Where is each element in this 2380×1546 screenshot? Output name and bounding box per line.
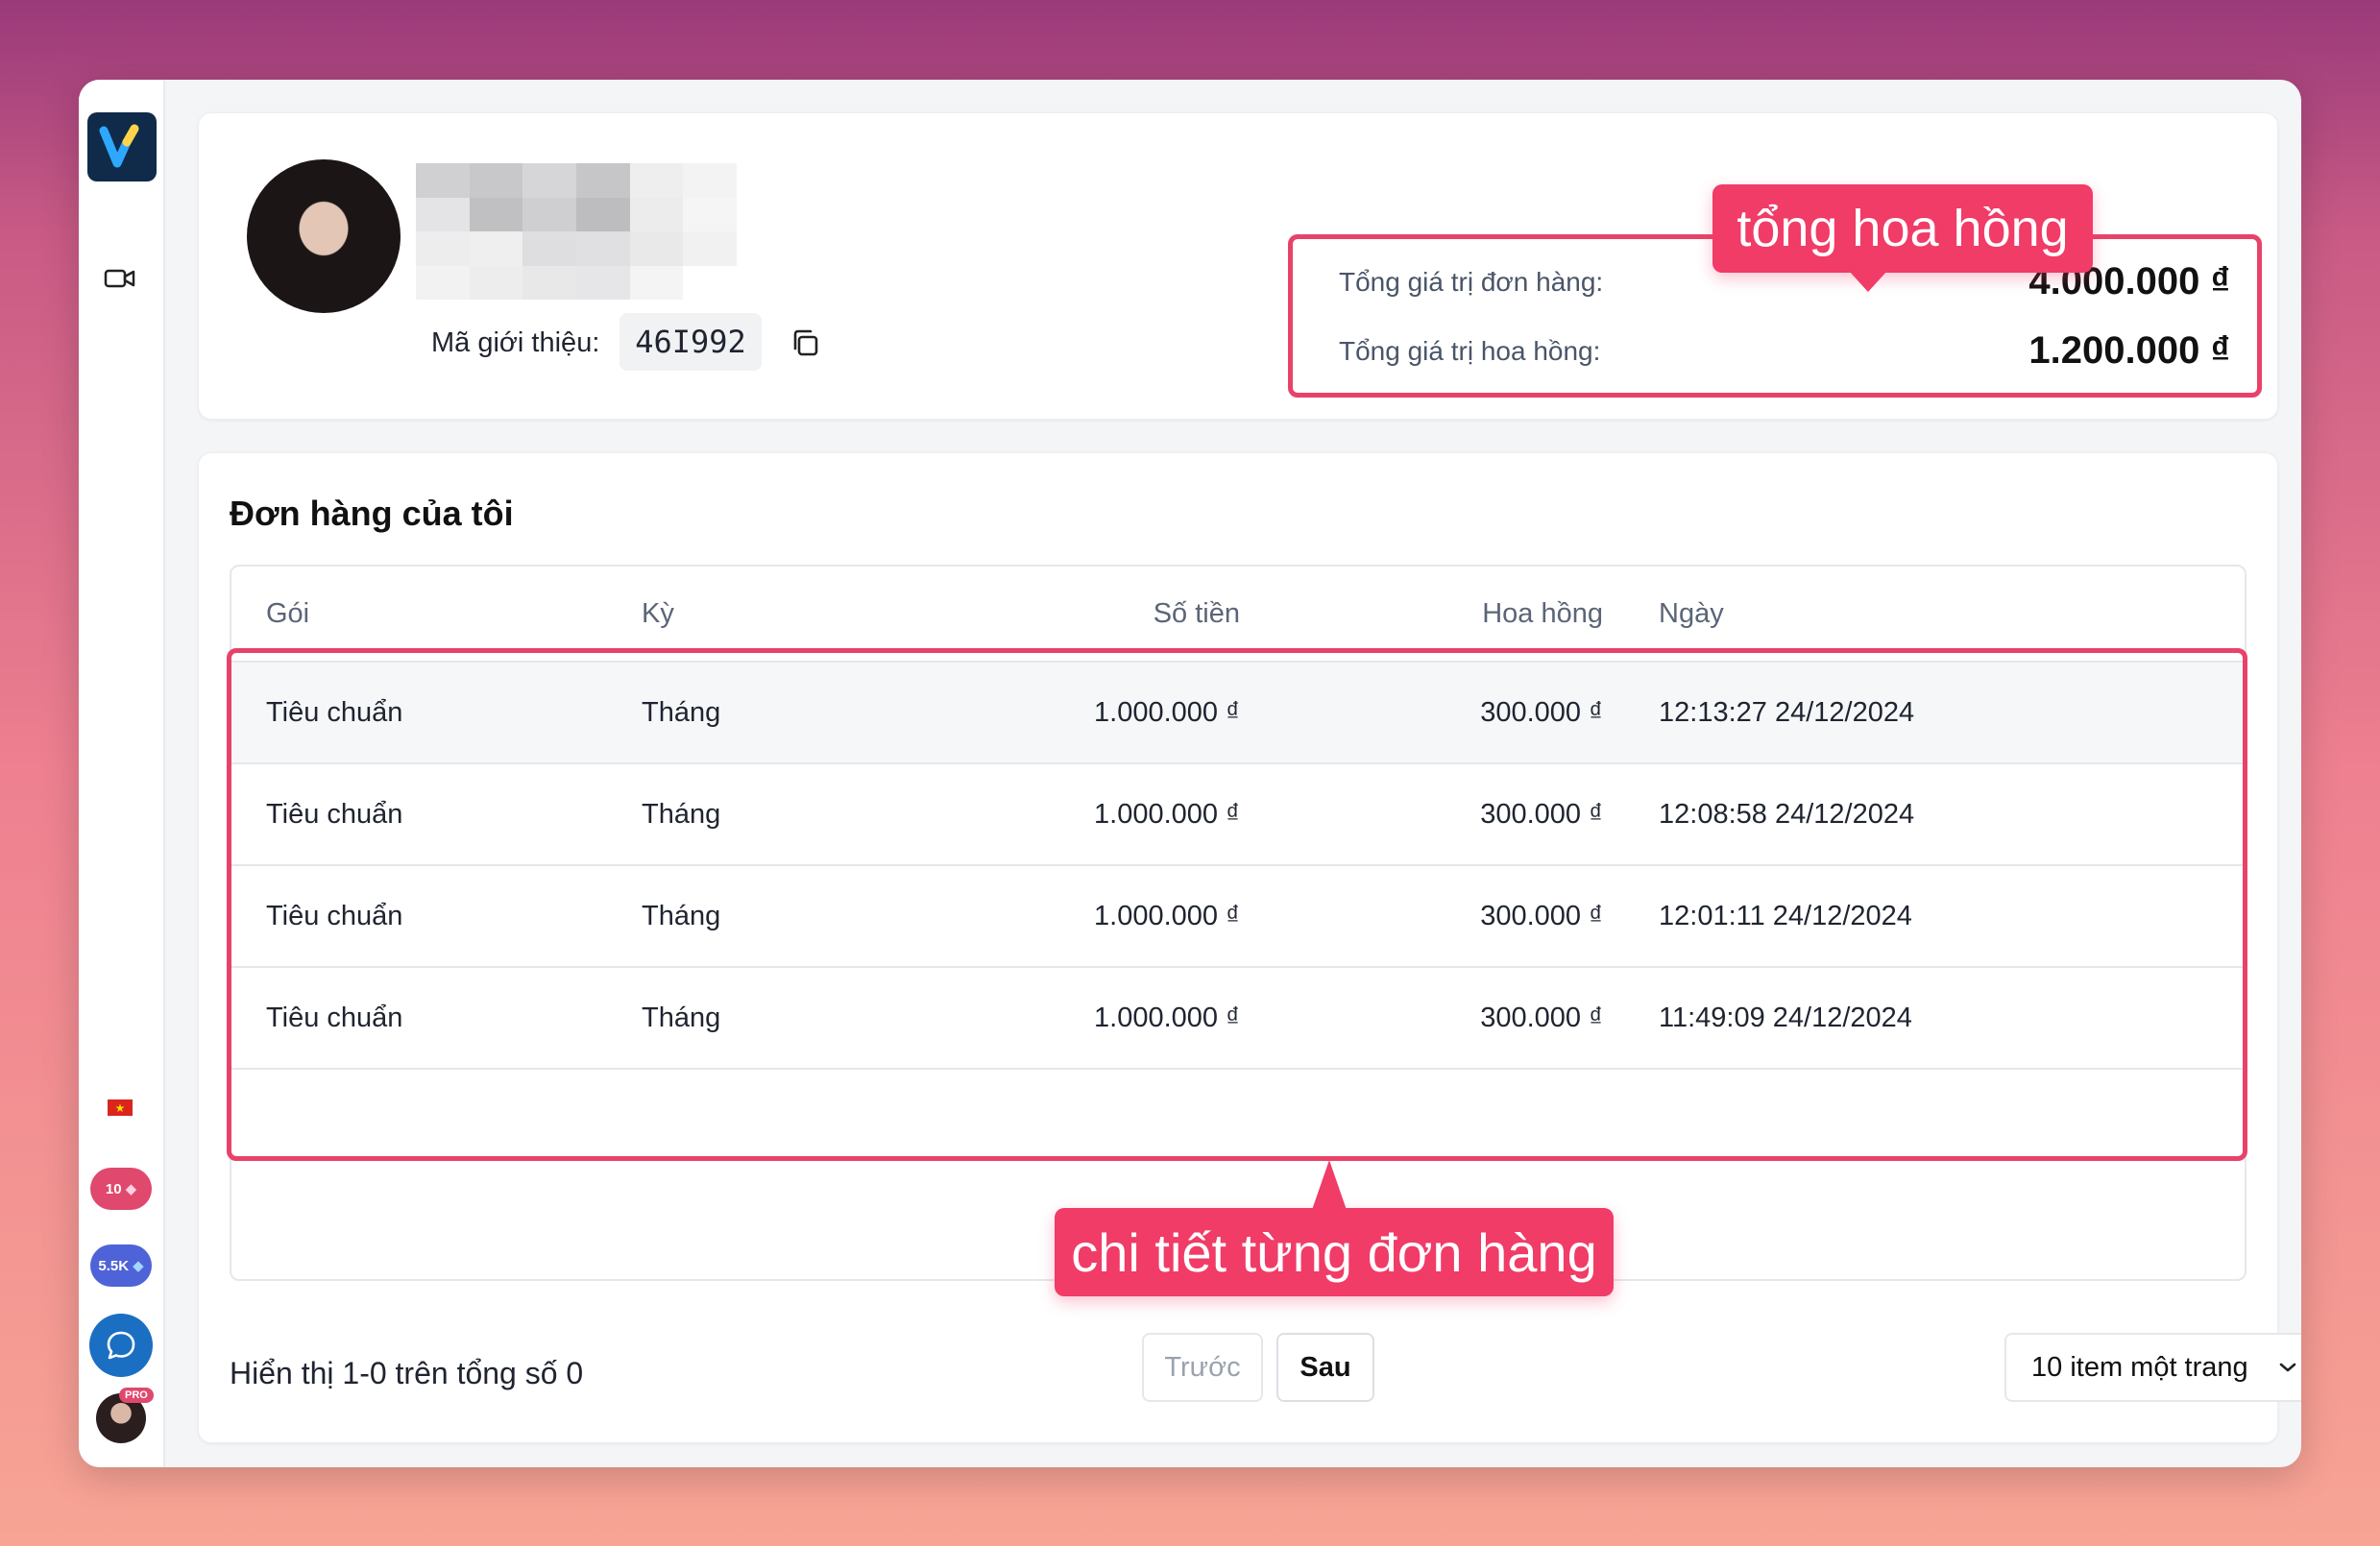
column-header-date: Ngày [1659,597,1724,629]
cell-commission: 300.000 ₫ [1480,1002,1603,1033]
commission-total-label: Tổng giá trị hoa hồng: [1339,335,1601,366]
cell-commission: 300.000 ₫ [1480,696,1603,728]
table-row: Tiêu chuẩn Tháng 1.000.000 ₫ 300.000 ₫ 1… [231,968,2245,1070]
referral-label: Mã giới thiệu: [431,327,600,358]
cell-period: Tháng [642,696,721,728]
column-header-amount: Số tiền [1153,597,1240,629]
cell-package: Tiêu chuẩn [266,900,403,931]
video-icon[interactable] [104,267,136,290]
cell-commission: 300.000 ₫ [1480,900,1603,931]
profile-avatar [247,159,401,313]
cell-commission: 300.000 ₫ [1480,798,1603,830]
sidebar: ★ 10 ◆ 5.5K ◆ PRO [79,80,165,1467]
per-page-select[interactable]: 10 item một trang [2004,1333,2301,1402]
table-row: Tiêu chuẩn Tháng 1.000.000 ₫ 300.000 ₫ 1… [231,663,2245,764]
gem-icon: ◆ [125,1181,137,1197]
cell-amount: 1.000.000 ₫ [1094,900,1240,931]
chat-icon [107,1331,135,1360]
cell-package: Tiêu chuẩn [266,798,403,830]
copy-icon[interactable] [789,326,821,359]
chat-button[interactable] [89,1314,153,1377]
column-header-package: Gói [266,597,310,629]
column-header-period: Kỳ [642,597,674,629]
referral-code[interactable]: 46I992 [619,313,762,371]
pro-badge: PRO [119,1388,154,1403]
order-total-label: Tổng giá trị đơn hàng: [1339,266,1604,297]
commission-total-row: Tổng giá trị hoa hồng: 1.200.000 ₫ [1339,329,2230,373]
gems-badge[interactable]: 5.5K ◆ [90,1244,152,1287]
cell-package: Tiêu chuẩn [266,1002,403,1033]
commission-total-value: 1.200.000 ₫ [2028,329,2230,372]
per-page-value: 10 item một trang [2031,1351,2248,1383]
app-logo[interactable] [87,112,157,181]
table-header: Gói Kỳ Số tiền Hoa hồng Ngày [231,567,2245,663]
redacted-name [416,163,737,300]
gems-count: 5.5K [98,1257,130,1274]
next-page-button[interactable]: Sau [1276,1333,1374,1402]
credits-count: 10 [105,1180,122,1197]
cell-period: Tháng [642,900,721,931]
callout-total-commission: tổng hoa hồng [1712,184,2093,292]
cell-date: 12:01:11 24/12/2024 [1659,900,1912,931]
prev-page-button[interactable]: Trước [1142,1333,1263,1402]
vietnam-flag-icon[interactable]: ★ [108,1099,133,1116]
cell-amount: 1.000.000 ₫ [1094,798,1240,830]
table-row: Tiêu chuẩn Tháng 1.000.000 ₫ 300.000 ₫ 1… [231,764,2245,866]
cell-date: 12:08:58 24/12/2024 [1659,798,1915,830]
diamond-icon: ◆ [133,1258,144,1274]
cell-period: Tháng [642,1002,721,1033]
credits-badge[interactable]: 10 ◆ [90,1168,152,1210]
table-row: Tiêu chuẩn Tháng 1.000.000 ₫ 300.000 ₫ 1… [231,866,2245,968]
cell-amount: 1.000.000 ₫ [1094,696,1240,728]
column-header-commission: Hoa hồng [1482,597,1603,629]
pagination-summary: Hiển thị 1-0 trên tổng số 0 [230,1356,584,1390]
cell-period: Tháng [642,798,721,830]
orders-title: Đơn hàng của tôi [230,494,514,533]
orders-table: Gói Kỳ Số tiền Hoa hồng Ngày Tiêu chuẩn … [230,565,2246,1281]
chevron-down-icon [2279,1363,2296,1372]
cell-package: Tiêu chuẩn [266,696,403,728]
callout-order-details: chi tiết từng đơn hàng [1055,1160,1614,1296]
cell-amount: 1.000.000 ₫ [1094,1002,1240,1033]
cell-date: 12:13:27 24/12/2024 [1659,696,1915,728]
app-window: ★ 10 ◆ 5.5K ◆ PRO Mã giới thiệu: 46I992 [79,80,2301,1467]
cell-date: 11:49:09 24/12/2024 [1659,1002,1912,1033]
